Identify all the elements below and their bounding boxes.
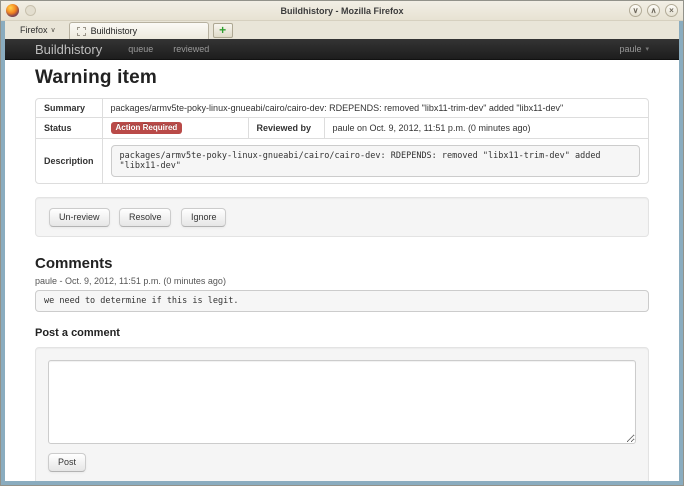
post-button[interactable]: Post <box>48 453 86 472</box>
window-title: Buildhistory - Mozilla Firefox <box>1 6 683 16</box>
close-button[interactable]: × <box>665 4 678 17</box>
firefox-menu-label: Firefox <box>20 25 48 35</box>
warning-detail-table: Summary packages/armv5te-poky-linux-gnue… <box>35 98 649 184</box>
chevron-down-icon: ∨ <box>51 26 56 34</box>
nav-link-queue[interactable]: queue <box>128 44 153 54</box>
post-comment-form: Post <box>35 347 649 481</box>
app-navbar: Buildhistory queue reviewed paule ▾ <box>5 39 679 60</box>
comments-heading: Comments <box>35 255 649 272</box>
page-title: Warning item <box>35 67 649 89</box>
new-tab-button[interactable]: + <box>213 23 233 38</box>
user-menu[interactable]: paule ▾ <box>619 44 649 54</box>
description-label: Description <box>36 138 102 183</box>
tab-title: Buildhistory <box>91 26 138 36</box>
browser-window: Buildhistory - Mozilla Firefox ∨ ∧ × Fir… <box>0 0 684 486</box>
status-badge: Action Required <box>111 122 183 134</box>
tab-strip: Firefox ∨ Buildhistory + <box>5 21 679 39</box>
table-row-status: Status Action Required Reviewed by paule… <box>36 117 648 138</box>
ignore-button[interactable]: Ignore <box>181 208 227 227</box>
titlebar: Buildhistory - Mozilla Firefox ∨ ∧ × <box>1 1 683 21</box>
description-value: packages/armv5te-poky-linux-gnueabi/cair… <box>111 145 640 177</box>
un-review-button[interactable]: Un-review <box>49 208 110 227</box>
navbar-brand[interactable]: Buildhistory <box>35 42 102 57</box>
resolve-button[interactable]: Resolve <box>119 208 172 227</box>
caret-down-icon: ▾ <box>645 45 649 53</box>
comment-textarea[interactable] <box>48 360 636 444</box>
window-frame: Firefox ∨ Buildhistory + Buildhistory qu… <box>1 21 683 485</box>
summary-value: packages/armv5te-poky-linux-gnueabi/cair… <box>102 99 648 117</box>
table-row-description: Description packages/armv5te-poky-linux-… <box>36 138 648 183</box>
comment-item: paule - Oct. 9, 2012, 11:51 p.m. (0 minu… <box>35 276 649 312</box>
minimize-button[interactable]: ∨ <box>629 4 642 17</box>
firefox-menu-button[interactable]: Firefox ∨ <box>11 22 65 38</box>
comment-meta: paule - Oct. 9, 2012, 11:51 p.m. (0 minu… <box>35 276 649 286</box>
nav-link-reviewed[interactable]: reviewed <box>173 44 209 54</box>
reviewed-by-label: Reviewed by <box>248 117 324 138</box>
reviewed-by-value: paule on Oct. 9, 2012, 11:51 p.m. (0 min… <box>324 117 648 138</box>
comment-text: we need to determine if this is legit. <box>35 290 649 312</box>
summary-label: Summary <box>36 99 102 117</box>
maximize-button[interactable]: ∧ <box>647 4 660 17</box>
status-label: Status <box>36 117 102 138</box>
user-name: paule <box>619 44 641 54</box>
post-comment-heading: Post a comment <box>35 327 649 339</box>
actions-well: Un-review Resolve Ignore <box>35 197 649 237</box>
page-content: Warning item Summary packages/armv5te-po… <box>5 60 679 481</box>
favicon-placeholder-icon <box>77 27 86 36</box>
table-row-summary: Summary packages/armv5te-poky-linux-gnue… <box>36 99 648 117</box>
tab-buildhistory[interactable]: Buildhistory <box>69 22 209 39</box>
